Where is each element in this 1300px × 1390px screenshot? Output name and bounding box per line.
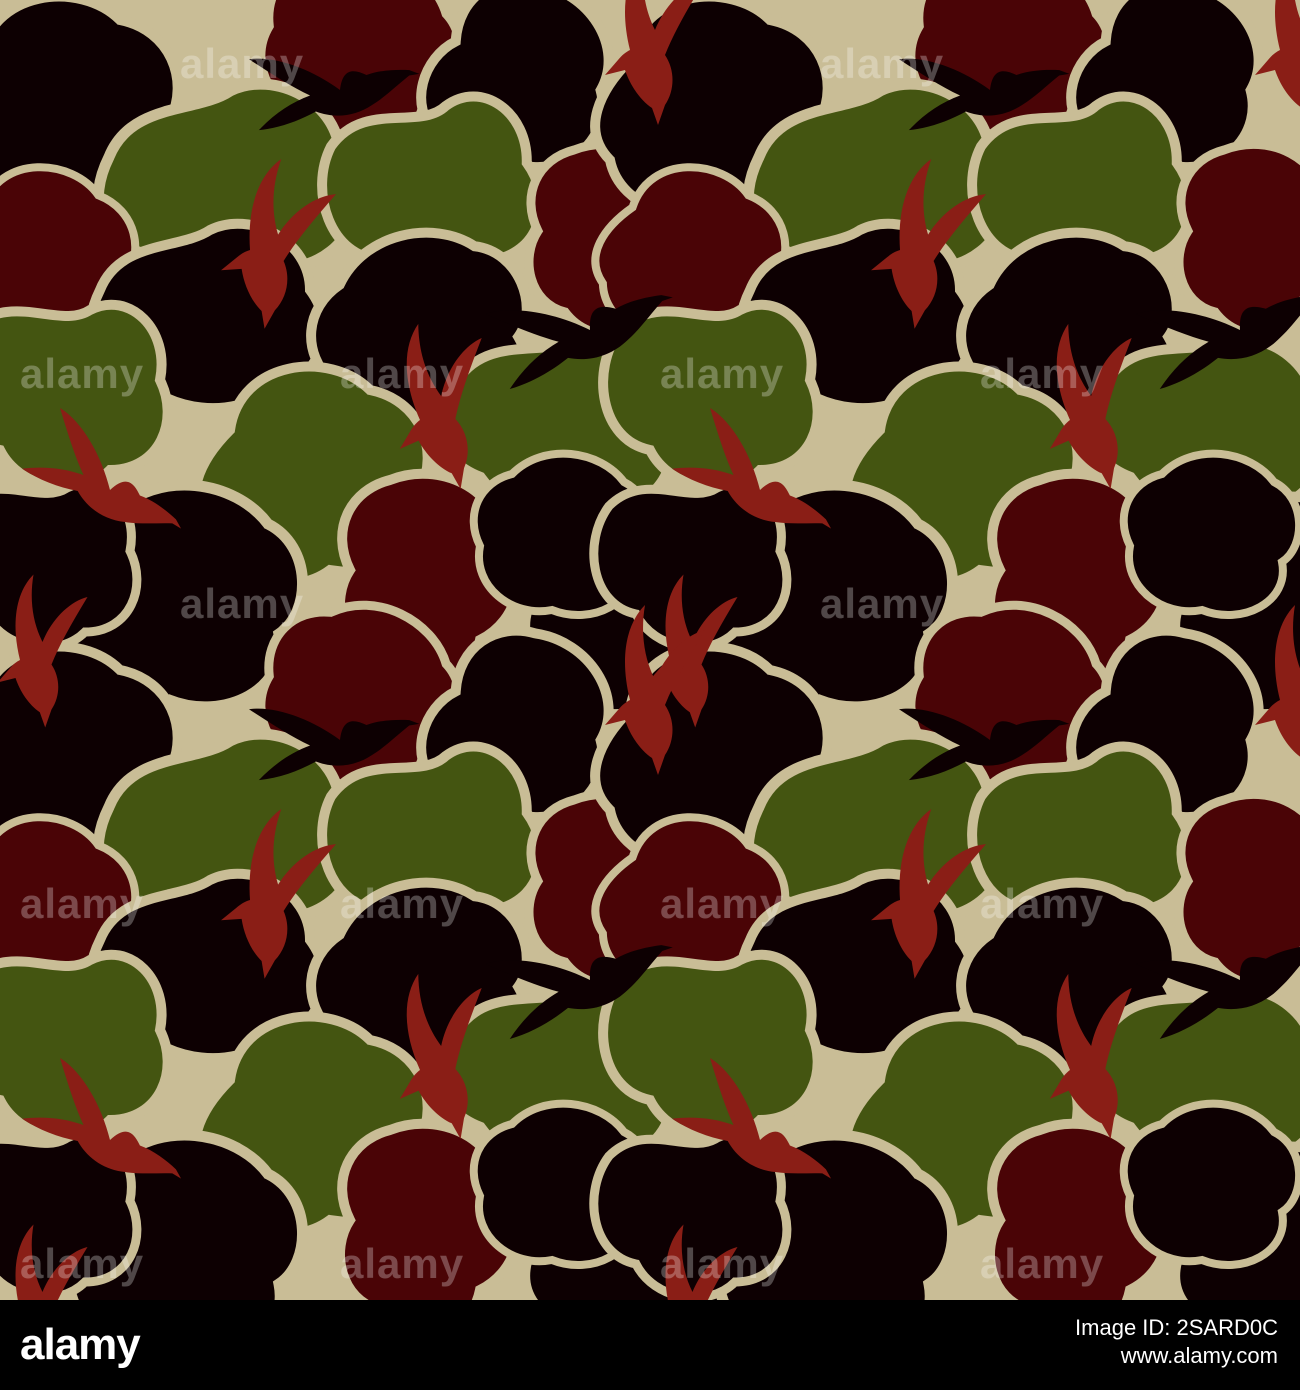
camo-blob [1124,1104,1299,1265]
alamy-logo: alamy [20,1320,141,1369]
footer-url: www.alamy.com [1120,1343,1278,1368]
camouflage-pattern-image [0,0,1300,1300]
image-info: Image ID: 2SARD0C www.alamy.com [1075,1314,1278,1370]
footer-bar: alamy Image ID: 2SARD0C www.alamy.com [0,1300,1300,1390]
camo-blob [1124,454,1299,615]
stock-image-page: alamy alamy alamy alamy alamy alamy alamy alamy… [0,0,1300,1390]
image-id-label: Image ID: 2SARD0C [1075,1315,1278,1340]
